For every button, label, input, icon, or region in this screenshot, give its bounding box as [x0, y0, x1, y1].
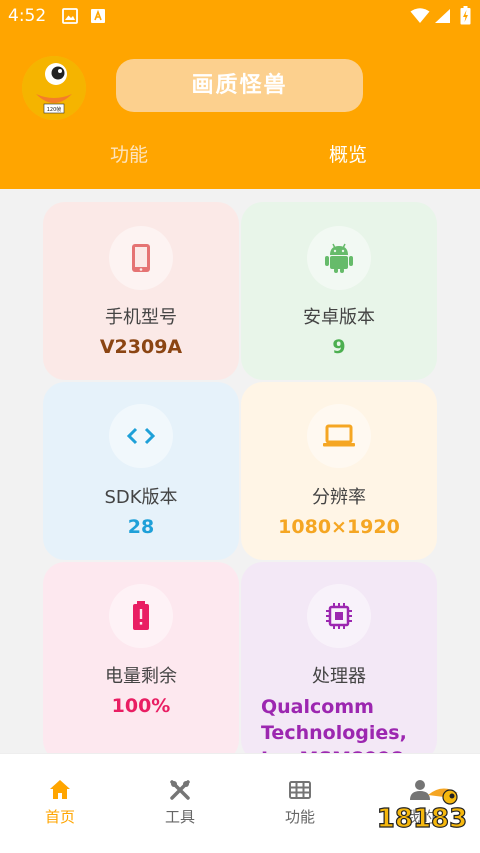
- code-icon: [109, 404, 173, 468]
- grid-icon: [289, 781, 311, 799]
- cpu-icon: [307, 584, 371, 648]
- tab-overview[interactable]: 概览: [329, 140, 367, 167]
- nav-label: 功能: [284, 808, 315, 826]
- card-resolution: 分辨率 1080×1920: [241, 382, 437, 560]
- wifi-icon: [410, 8, 430, 28]
- android-icon: [307, 226, 371, 290]
- tab-features[interactable]: 功能: [110, 140, 148, 167]
- card-battery: 电量剩余 100%: [43, 562, 239, 762]
- card-value: Qualcomm Technologies, Inc MSM8998: [261, 696, 407, 762]
- status-time: 4:52: [8, 6, 47, 26]
- nav-home[interactable]: 首页: [0, 754, 120, 853]
- nav-label: 首页: [44, 808, 75, 826]
- card-label: 分辨率: [312, 487, 366, 508]
- nav-label: 工具: [164, 808, 195, 826]
- nav-tools[interactable]: 工具: [120, 754, 240, 853]
- signal-icon: [434, 8, 452, 28]
- svg-text:120帧: 120帧: [47, 106, 62, 113]
- avatar[interactable]: 120帧: [22, 56, 86, 120]
- card-label: 电量剩余: [105, 666, 177, 687]
- card-processor: 处理器 Qualcomm Technologies, Inc MSM8998: [241, 562, 437, 762]
- card-label: 安卓版本: [303, 307, 375, 328]
- app-title-button[interactable]: 画质怪兽: [116, 59, 363, 112]
- card-phone-model: 手机型号 V2309A: [43, 202, 239, 380]
- card-value: 100%: [111, 695, 171, 717]
- card-value: 28: [127, 516, 155, 538]
- card-android-version: 安卓版本 9: [241, 202, 437, 380]
- laptop-icon: [307, 404, 371, 468]
- tools-icon: [170, 780, 190, 800]
- card-label: 处理器: [312, 666, 366, 687]
- card-value: 9: [332, 336, 346, 358]
- phone-icon: [109, 226, 173, 290]
- svg-text:18183: 18183: [377, 804, 467, 834]
- app-header: 120帧 画质怪兽 功能 概览: [0, 34, 480, 189]
- image-notification-icon: [62, 8, 78, 28]
- watermark-logo: 18183: [376, 788, 468, 835]
- card-sdk-version: SDK版本 28: [43, 382, 239, 560]
- card-label: SDK版本: [104, 487, 178, 508]
- mascot-icon: 120帧: [22, 56, 86, 120]
- status-bar: 4:52: [0, 0, 480, 34]
- card-label: 手机型号: [105, 307, 177, 328]
- home-icon: [50, 780, 70, 799]
- card-value: 1080×1920: [278, 516, 400, 538]
- battery-icon: [109, 584, 173, 648]
- app-notification-icon: [90, 8, 106, 28]
- battery-status-icon: [460, 6, 471, 29]
- card-value: V2309A: [99, 336, 183, 358]
- nav-features[interactable]: 功能: [240, 754, 360, 853]
